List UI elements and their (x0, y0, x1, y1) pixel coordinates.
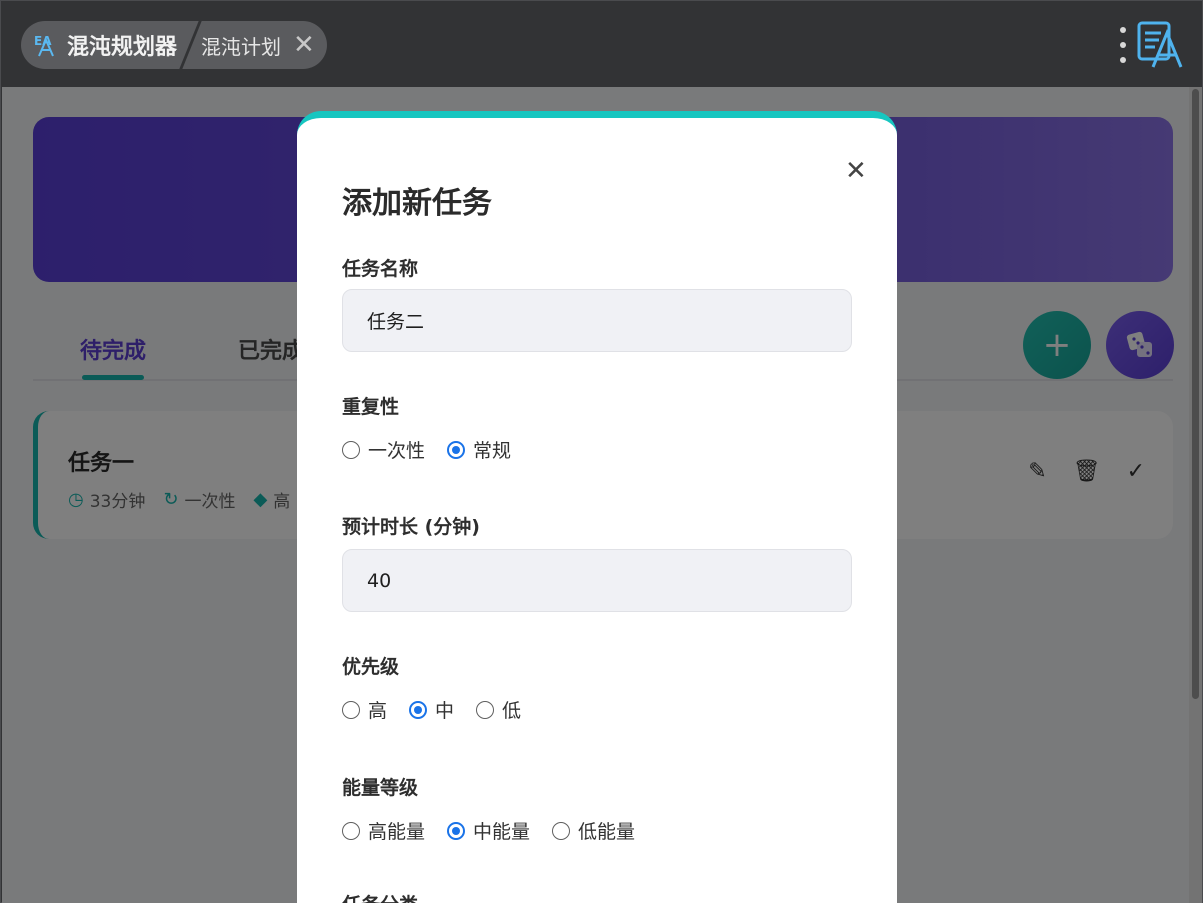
priority-option-high-label: 高 (368, 700, 388, 722)
repeat-label: 重复性 (342, 396, 400, 418)
add-task-modal: ✕ 添加新任务 任务名称 重复性 一次性 常规 预计时长 (分钟) 优先级 高 (297, 111, 897, 903)
priority-option-low-label: 低 (502, 700, 522, 722)
modal-title: 添加新任务 (342, 186, 492, 221)
priority-radio-group: 高 中 低 (342, 696, 543, 723)
radio-button-checked[interactable] (447, 440, 466, 459)
more-menu-icon[interactable] (1117, 27, 1129, 63)
task-name-input[interactable] (342, 289, 852, 352)
energy-option-low-label: 低能量 (578, 821, 636, 843)
radio-button[interactable] (476, 700, 495, 719)
energy-label: 能量等级 (342, 777, 419, 799)
radio-button-checked[interactable] (409, 700, 428, 719)
repeat-radio-group: 一次性 常规 (342, 436, 533, 463)
breadcrumb-separator (185, 21, 200, 69)
radio-button[interactable] (342, 440, 360, 459)
duration-label: 预计时长 (分钟) (342, 516, 480, 538)
app-name: 混沌规划器 (67, 35, 178, 60)
close-icon[interactable]: ✕ (293, 32, 315, 58)
breadcrumb-app[interactable]: EA 混沌规划器 (21, 21, 186, 69)
radio-button[interactable] (342, 700, 360, 719)
priority-label: 优先级 (342, 656, 400, 678)
breadcrumb: EA 混沌规划器 混沌计划 ✕ (21, 21, 327, 69)
app-window: EA 混沌规划器 混沌计划 ✕ ✕ 添加新任务 任务名称 任务二 重复性 一次性… (0, 0, 1203, 903)
task-name-label: 任务名称 (342, 258, 419, 280)
energy-option-medium[interactable]: 中能量 (447, 817, 530, 844)
title-bar: EA 混沌规划器 混沌计划 ✕ (1, 1, 1202, 87)
radio-button-checked[interactable] (447, 821, 466, 840)
app-logo-icon: EA (33, 32, 59, 58)
repeat-option-once[interactable]: 一次性 (342, 436, 425, 463)
repeat-option-regular-label: 常规 (473, 440, 512, 462)
energy-option-low[interactable]: 低能量 (552, 817, 635, 844)
duration-input[interactable] (342, 549, 852, 612)
energy-option-medium-label: 中能量 (473, 821, 531, 843)
repeat-option-once-label: 一次性 (368, 440, 426, 462)
repeat-option-regular[interactable]: 常规 (447, 436, 511, 463)
priority-option-medium[interactable]: 中 (409, 696, 454, 723)
priority-option-low[interactable]: 低 (476, 696, 521, 723)
breadcrumb-tab[interactable]: 混沌计划 ✕ (199, 21, 327, 69)
radio-button[interactable] (342, 821, 360, 840)
brand-logo-icon (1135, 19, 1185, 73)
priority-option-high[interactable]: 高 (342, 696, 387, 723)
energy-option-high-label: 高能量 (368, 821, 426, 843)
radio-button[interactable] (552, 821, 571, 840)
energy-radio-group: 高能量 中能量 低能量 (342, 817, 657, 844)
priority-option-medium-label: 中 (435, 700, 455, 722)
close-icon[interactable]: ✕ (845, 158, 867, 184)
category-label: 任务分类 (342, 890, 418, 903)
energy-option-high[interactable]: 高能量 (342, 817, 425, 844)
tab-label: 混沌计划 (201, 34, 282, 59)
